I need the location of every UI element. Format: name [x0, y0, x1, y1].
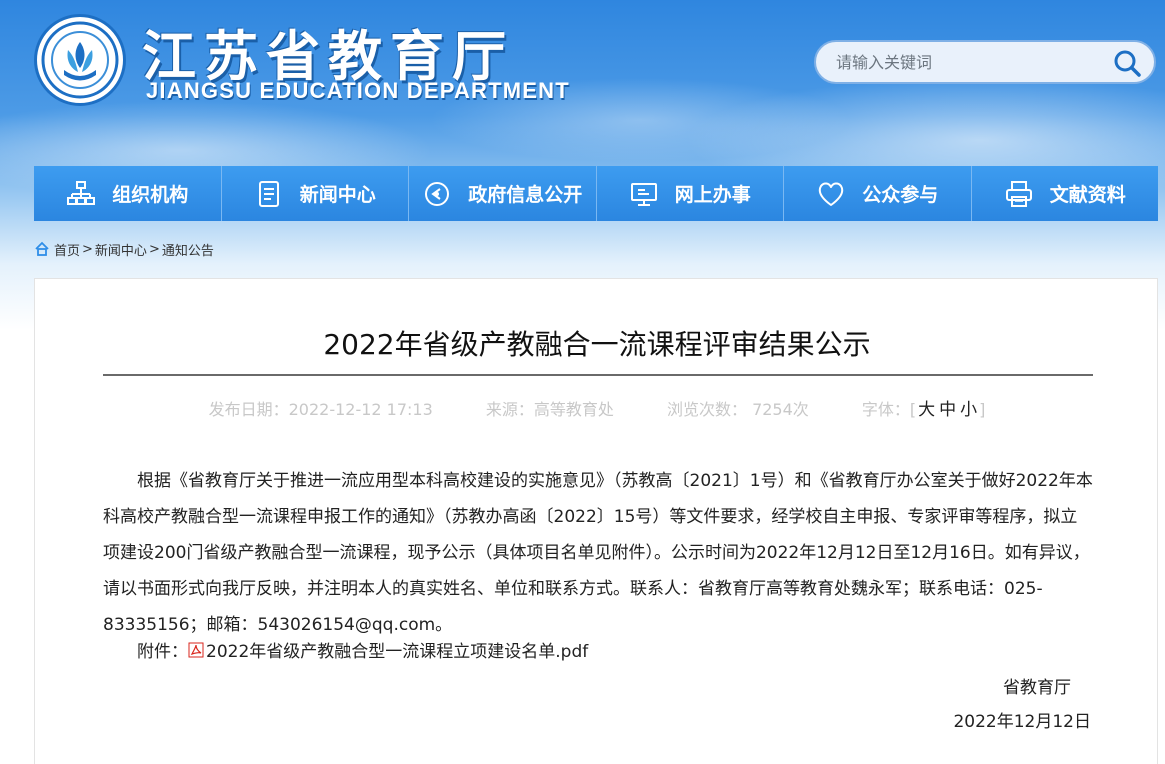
nav-item-gov-info[interactable]: 政府信息公开	[409, 166, 597, 221]
signature-date: 2022年12月12日	[953, 712, 1091, 732]
nav-label: 文献资料	[1049, 184, 1126, 206]
breadcrumb: 首页 > 新闻中心 > 通知公告	[34, 239, 214, 259]
home-icon	[35, 241, 49, 256]
monitor-icon	[630, 182, 657, 206]
attachment-label: 附件：	[137, 642, 188, 662]
nav-label: 公众参与	[862, 184, 939, 206]
nav-label: 政府信息公开	[468, 184, 583, 206]
attachment-link[interactable]: 2022年省级产教融合型一流课程立项建设名单.pdf	[206, 637, 588, 662]
nav-label: 网上办事	[674, 184, 751, 206]
article-source: 来源：高等教育处	[485, 400, 614, 419]
breadcrumb-home[interactable]: 首页	[54, 240, 80, 259]
breadcrumb-separator: >	[148, 241, 160, 257]
nav-item-org[interactable]: 组织机构	[34, 166, 222, 221]
printer-icon	[1005, 180, 1032, 207]
article-meta: 发布日期：2022-12-12 17:13 来源：高等教育处 浏览次数： 725…	[35, 395, 1159, 420]
title-divider	[103, 374, 1093, 376]
font-large-button[interactable]: 大	[918, 400, 935, 420]
nav-item-online-service[interactable]: 网上办事	[596, 166, 784, 221]
document-icon	[258, 180, 279, 207]
pdf-icon	[188, 642, 204, 657]
nav-label: 组织机构	[112, 184, 189, 206]
breadcrumb-notice[interactable]: 通知公告	[162, 240, 214, 259]
breadcrumb-separator: >	[82, 241, 93, 257]
publish-date: 发布日期：2022-12-12 17:13	[208, 400, 433, 419]
heart-icon	[818, 182, 844, 206]
nav-label: 新闻中心	[299, 184, 376, 206]
attachment: 附件： 2022年省级产教融合型一流课程立项建设名单.pdf	[137, 637, 588, 662]
font-small-button[interactable]: 小	[960, 400, 977, 420]
breadcrumb-news[interactable]: 新闻中心	[95, 240, 147, 259]
search-icon[interactable]	[1112, 48, 1142, 78]
site-logo[interactable]	[34, 14, 126, 106]
article-body: 根据《省教育厅关于推进一流应用型本科高校建设的实施意见》（苏教高〔2021〕1号…	[103, 471, 1093, 635]
font-size-controls: 字体：[大中小]	[861, 400, 986, 420]
view-count: 浏览次数： 7254次	[666, 400, 809, 419]
nav-item-news[interactable]: 新闻中心	[221, 166, 409, 221]
nav-item-public-participation[interactable]: 公众参与	[784, 166, 972, 221]
article-card: 2022年省级产教融合一流课程评审结果公示 发布日期：2022-12-12 17…	[34, 278, 1158, 764]
nav-item-documents[interactable]: 文献资料	[971, 166, 1158, 221]
org-chart-icon	[67, 180, 96, 205]
search-box	[814, 40, 1156, 84]
search-input[interactable]	[836, 44, 1106, 80]
site-subtitle: JIANGSU EDUCATION DEPARTMENT	[146, 78, 570, 103]
main-nav: 组织机构 新闻中心 政府信息公开 网上办事 公众参与 文献资料	[34, 166, 1158, 221]
signature-org: 省教育厅	[1003, 678, 1071, 698]
font-medium-button[interactable]: 中	[939, 400, 956, 420]
article-title: 2022年省级产教融合一流课程评审结果公示	[323, 328, 871, 361]
logo-emblem-icon	[41, 21, 119, 99]
play-circle-icon	[425, 181, 450, 206]
